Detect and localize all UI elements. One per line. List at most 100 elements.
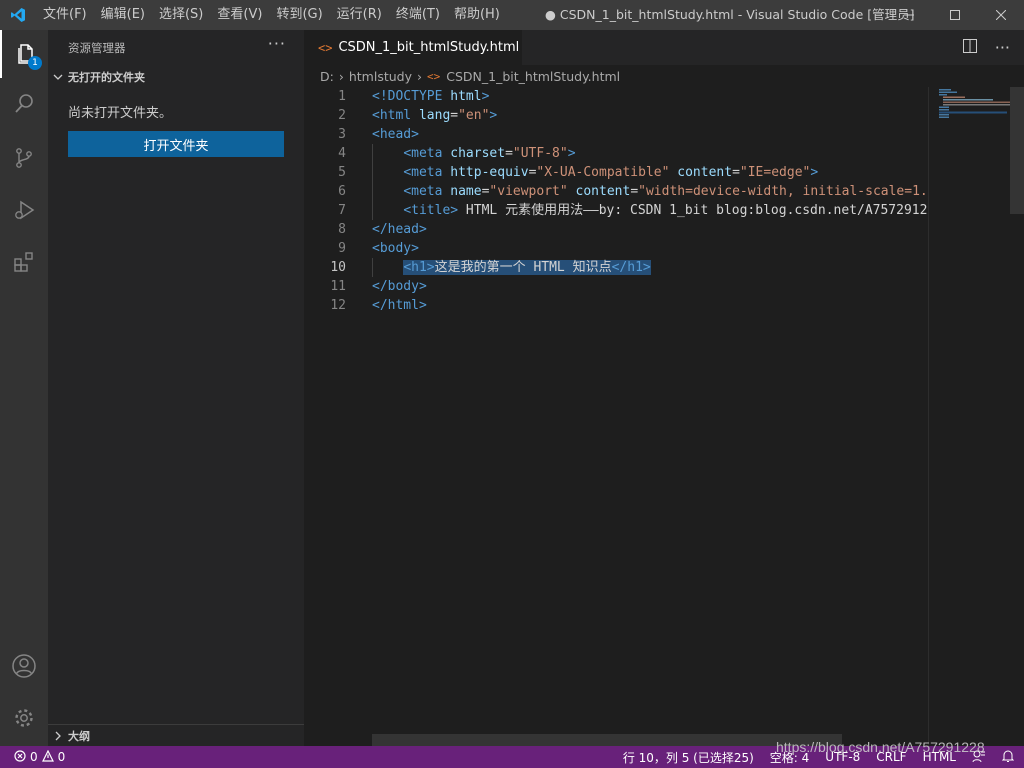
section-label: 无打开的文件夹 [68,71,145,84]
line-number: 9 [338,241,346,256]
error-count: 0 [30,750,38,764]
minimize-button[interactable] [886,0,932,30]
code-token: "en" [458,108,490,123]
source-control-icon[interactable] [0,134,48,182]
no-folder-message: 尚未打开文件夹。 [68,106,173,121]
settings-gear-icon[interactable] [0,694,48,742]
breadcrumb-file[interactable]: CSDN_1_bit_htmlStudy.html [446,69,620,84]
extensions-icon[interactable] [0,238,48,286]
warning-count: 0 [57,750,66,764]
code-line[interactable]: 8 </head> [304,220,928,239]
watermark-text: https://blog.csdn.net/A757291228 [776,739,985,755]
code-text: <body> [372,239,419,258]
code-token: "width=device-width, initial-scale=1.0" [638,184,928,199]
sidebar-more-actions-icon[interactable]: ··· [268,34,286,53]
horizontal-scroll-thumb[interactable] [372,734,842,746]
menu-item[interactable]: 文件(F) [36,0,94,30]
minimap-preview [939,89,1011,118]
code-token: </h1> [611,260,651,275]
menu-item[interactable]: 帮助(H) [447,0,507,30]
code-token: = [732,165,740,180]
more-actions-icon[interactable]: ··· [995,38,1010,57]
chevron-right-icon: › [417,68,422,84]
code-text: </body> [372,277,427,296]
code-line[interactable]: 4 <meta charset="UTF-8"> [304,144,928,163]
open-folder-button[interactable]: 打开文件夹 [68,131,284,157]
code-token: <head> [372,127,419,142]
code-text: </html> [372,296,427,315]
vertical-scroll-thumb[interactable] [1010,87,1024,214]
explorer-badge: 1 [28,56,42,70]
error-icon [14,749,26,765]
code-token: > [567,146,576,161]
explorer-files-icon[interactable]: 1 [0,30,50,78]
cursor-position[interactable]: 行 10，列 5 (已选择25) [623,749,754,766]
code-line[interactable]: 7 <title> HTML 元素使用用法——by: CSDN 1_bit bl… [304,201,928,220]
warning-icon [41,749,54,765]
code-token: <html [372,108,419,123]
code-line[interactable]: 12 </html> [304,296,928,315]
code-token: "X-UA-Compatible" [536,165,670,180]
minimap[interactable] [928,87,1011,746]
no-folder-section-header[interactable]: 无打开的文件夹 [48,66,304,88]
code-token: = [505,146,513,161]
code-token: > [810,165,819,180]
menu-item[interactable]: 终端(T) [389,0,447,30]
selected-text: <h1>这是我的第一个 HTML 知识点</h1> [403,260,651,275]
close-button[interactable] [978,0,1024,30]
search-icon[interactable] [0,80,48,128]
explorer-sidebar: 资源管理器 ··· 无打开的文件夹 尚未打开文件夹。 打开文件夹 大纲 [48,30,304,746]
menu-item[interactable]: 编辑(E) [94,0,152,30]
code-line[interactable]: 11 </body> [304,277,928,296]
code-token: "viewport" [489,184,568,199]
code-text: <head> [372,125,419,144]
tab-csdn-html[interactable]: <> CSDN_1_bit_htmlStudy.html [304,30,522,65]
chevron-right-icon [48,731,68,741]
code-token: lang [418,108,451,123]
code-text: <html lang="en"> [372,106,497,125]
code-token: <meta [403,165,451,180]
code-token: name [450,184,482,199]
run-debug-icon[interactable] [0,186,48,234]
code-line[interactable]: 2 <html lang="en"> [304,106,928,125]
menu-item[interactable]: 查看(V) [210,0,269,30]
code-token: > [489,108,498,123]
code-token: http-equiv [450,165,529,180]
code-line[interactable]: 10 <h1>这是我的第一个 HTML 知识点</h1> [304,258,928,277]
line-number: 6 [338,184,346,199]
problems-indicator[interactable]: 0 0 [14,749,66,765]
code-text: <meta http-equiv = "X-UA-Compatible" conte… [372,163,818,182]
outline-section-header[interactable]: 大纲 [48,724,304,747]
html-file-icon: <> [427,69,441,83]
activity-bar: 1 [0,30,48,746]
split-editor-icon[interactable] [962,38,977,57]
maximize-button[interactable] [932,0,978,30]
code-token: <title> [403,203,459,218]
code-line[interactable]: 3 <head> [304,125,928,144]
code-line[interactable]: 9 <body> [304,239,928,258]
menu-item[interactable]: 选择(S) [152,0,210,30]
line-number: 10 [330,260,346,275]
code-token: = [450,108,459,123]
code-line[interactable]: 6 <meta name="viewport" content="width=d… [304,182,928,201]
breadcrumb-folder[interactable]: htmlstudy [349,69,412,84]
breadcrumb-drive[interactable]: D: [320,69,334,84]
notifications-bell-icon[interactable] [1001,749,1015,766]
code-line[interactable]: 5 <meta http-equiv = "X-UA-Compatible" con… [304,163,928,182]
code-token: HTML 元素使用用法——by: CSDN 1_bit blog:blog.cs… [458,203,928,218]
code-token: </head> [372,222,427,237]
code-token: "UTF-8" [512,146,568,161]
code-text: <!DOCTYPE html> [372,87,489,106]
menu-item[interactable]: 运行(R) [330,0,389,30]
code-token: </body> [372,279,427,294]
code-token: </html> [372,298,427,313]
code-editor[interactable]: 1 <!DOCTYPE html> 2 <html lang="en"> 3 <head>… [304,87,928,746]
code-token: <h1> [403,260,435,275]
chevron-right-icon: › [338,68,344,84]
account-icon[interactable] [0,642,48,690]
line-number: 5 [338,165,346,180]
menu-item[interactable]: 转到(G) [269,0,329,30]
code-line[interactable]: 1 <!DOCTYPE html> [304,87,928,106]
code-token: <body> [372,241,419,256]
code-token: <meta [403,146,451,161]
